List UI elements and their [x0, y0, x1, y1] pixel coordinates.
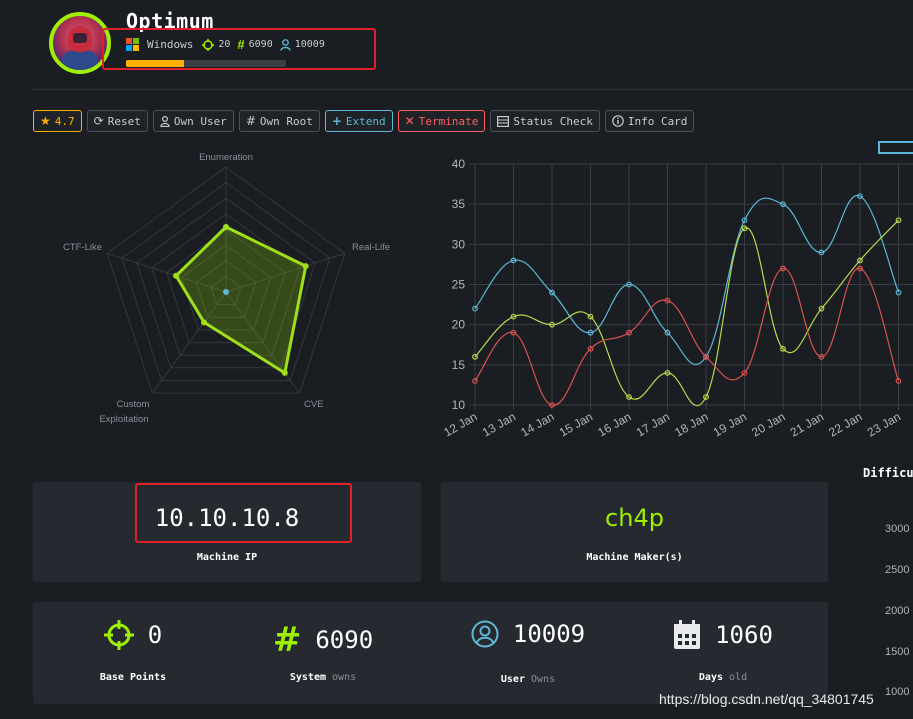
- radar-label-enumeration: Enumeration: [199, 152, 253, 163]
- status-check-label: Status Check: [513, 114, 593, 128]
- system-owns-stat-value: 6090: [315, 626, 374, 654]
- y-tick-label: 15: [452, 358, 466, 372]
- radar-point: [200, 319, 207, 326]
- series-line: [474, 267, 900, 406]
- own-root-button[interactable]: # Own Root: [238, 110, 320, 132]
- user-outline-icon: [160, 115, 170, 127]
- info-card-button[interactable]: Info Card: [604, 110, 695, 132]
- y-tick-label: 35: [452, 197, 466, 211]
- difficulty-tick: 1000: [885, 686, 910, 698]
- difficulty-tick: 2500: [885, 564, 910, 576]
- y-tick-label: 25: [452, 278, 466, 292]
- own-user-label: Own User: [173, 114, 227, 128]
- y-tick-label: 30: [452, 237, 466, 251]
- x-tick-label: 19 Jan: [711, 409, 749, 439]
- x-tick-label: 21 Jan: [788, 409, 826, 439]
- stat-user-owns: 10009 User Owns: [428, 602, 628, 702]
- extend-button[interactable]: + Extend: [324, 110, 393, 132]
- difficulty-tick: 1500: [885, 646, 910, 658]
- radar-label-ctf-like: CTF-Like: [63, 242, 102, 253]
- days-old-value: 1060: [715, 621, 773, 649]
- calendar-icon: [674, 620, 701, 649]
- y-tick-label: 40: [452, 157, 466, 171]
- difficulty-tick: 2000: [885, 605, 910, 617]
- server-icon: [497, 115, 510, 127]
- plus-icon: +: [331, 114, 342, 128]
- radar-point: [223, 224, 229, 230]
- stat-base-points: 0 Base Points: [33, 602, 233, 702]
- chart-legend-box[interactable]: [878, 141, 913, 154]
- status-check-button[interactable]: Status Check: [490, 110, 600, 132]
- x-tick-label: 17 Jan: [634, 409, 672, 439]
- action-toolbar: ★ 4.7 ⟳ Reset Own User # Own Root + Exte…: [33, 110, 695, 132]
- extend-label: Extend: [345, 114, 386, 128]
- terminate-label: Terminate: [418, 114, 479, 128]
- machine-maker-card: ch4p Machine Maker(s): [441, 482, 828, 582]
- radar-point: [302, 263, 309, 270]
- machine-maker-value[interactable]: ch4p: [441, 504, 828, 532]
- radar-area: [174, 225, 308, 376]
- close-icon: ✕: [404, 114, 415, 128]
- radar-chart: Enumeration Real-Life CVE Custom Exploit…: [63, 152, 390, 425]
- crosshair-icon: [103, 620, 134, 650]
- x-tick-label: 16 Jan: [595, 409, 633, 439]
- x-tick-label: 18 Jan: [672, 409, 710, 439]
- rating-value: 4.7: [54, 114, 75, 128]
- hash-icon: #: [272, 620, 302, 660]
- base-points-value: 0: [147, 621, 163, 649]
- machine-ip-caption: Machine IP: [196, 552, 258, 563]
- radar-point: [281, 369, 288, 376]
- user-icon: [471, 620, 499, 648]
- rating-button[interactable]: ★ 4.7: [33, 110, 82, 132]
- x-tick-label: 23 Jan: [865, 409, 903, 439]
- stat-system-owns: # 6090 System owns: [223, 602, 423, 702]
- x-tick-label: 22 Jan: [826, 409, 864, 439]
- radar-center-dot: [223, 289, 229, 295]
- stats-card: 0 Base Points # 6090 System owns 10009 U…: [33, 602, 828, 704]
- own-root-label: Own Root: [259, 114, 313, 128]
- annotation-box-header: [102, 28, 376, 70]
- y-tick-label: 10: [452, 398, 466, 412]
- x-tick-label: 13 Jan: [480, 409, 518, 439]
- radar-label-exploitation: Exploitation: [99, 414, 148, 425]
- own-user-button[interactable]: Own User: [152, 110, 234, 132]
- terminate-button[interactable]: ✕ Terminate: [397, 110, 486, 132]
- hash-icon: #: [245, 114, 256, 128]
- header-divider: [30, 89, 913, 90]
- line-chart: 10152025303540 12 Jan 13 Jan 14 Jan 15 Jan 1…: [441, 157, 913, 440]
- machine-maker-caption: Machine Maker(s): [586, 552, 683, 563]
- difficulty-tick: 3000: [885, 523, 910, 535]
- radar-label-custom: Custom: [117, 399, 150, 410]
- days-old-label: Days old: [698, 672, 748, 683]
- series-line: [474, 195, 900, 365]
- info-card-label: Info Card: [627, 114, 688, 128]
- info-icon: [612, 115, 624, 127]
- base-points-label: Base Points: [99, 672, 167, 683]
- refresh-icon: ⟳: [93, 114, 104, 128]
- user-owns-stat-value: 10009: [512, 620, 586, 648]
- reset-label: Reset: [107, 114, 141, 128]
- radar-label-real-life: Real-Life: [352, 242, 390, 253]
- user-owns-label: User Owns: [500, 674, 556, 685]
- x-tick-label: 20 Jan: [749, 409, 787, 439]
- radar-label-cve: CVE: [304, 399, 324, 410]
- star-icon: ★: [40, 114, 51, 128]
- reset-button[interactable]: ⟳ Reset: [86, 110, 148, 132]
- x-tick-label: 15 Jan: [557, 409, 595, 439]
- series-line: [474, 219, 899, 407]
- annotation-box-ip: [135, 483, 352, 543]
- watermark-text: https://blog.csdn.net/qq_34801745: [659, 691, 874, 707]
- difficulty-title: Difficu: [863, 466, 913, 480]
- y-tick-label: 20: [452, 318, 466, 332]
- stat-days-old: 1060 Days old: [623, 602, 823, 702]
- radar-point: [173, 272, 180, 279]
- system-owns-label: System owns: [289, 672, 357, 683]
- x-tick-label: 12 Jan: [441, 409, 479, 439]
- x-tick-label: 14 Jan: [518, 409, 556, 439]
